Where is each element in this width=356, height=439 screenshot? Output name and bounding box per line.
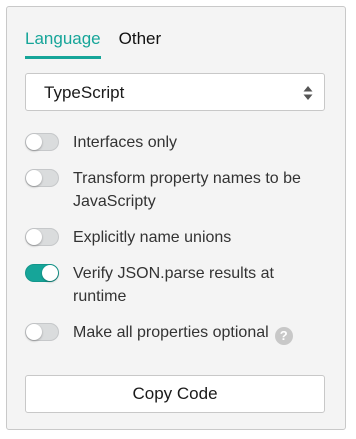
option-label: Interfaces only — [73, 134, 178, 151]
language-select[interactable]: TypeScript — [25, 73, 325, 111]
option-label: Verify JSON.parse results at runtime — [73, 265, 274, 305]
options-list: Interfaces only Transform property names… — [25, 131, 325, 358]
tab-bar: Language Other — [25, 27, 179, 59]
option-label: Make all properties optional? — [73, 321, 325, 345]
select-arrows-icon — [303, 85, 313, 101]
option-make-properties-optional: Make all properties optional? — [25, 321, 325, 345]
toggle-interfaces-only[interactable] — [25, 133, 59, 151]
toggle-knob — [26, 229, 42, 245]
tab-language[interactable]: Language — [25, 27, 101, 59]
toggle-explicitly-name-unions[interactable] — [25, 228, 59, 246]
toggle-make-properties-optional[interactable] — [25, 323, 59, 341]
tab-other[interactable]: Other — [119, 27, 162, 59]
toggle-transform-property-names[interactable] — [25, 169, 59, 187]
option-interfaces-only: Interfaces only — [25, 131, 325, 154]
help-icon[interactable]: ? — [274, 327, 293, 345]
option-verify-json-parse: Verify JSON.parse results at runtime — [25, 262, 325, 308]
toggle-knob — [26, 170, 42, 186]
toggle-knob — [26, 134, 42, 150]
copy-code-button[interactable]: Copy Code — [25, 375, 325, 413]
option-label-text: Make all properties optional — [73, 324, 269, 341]
option-label: Explicitly name unions — [73, 229, 232, 246]
toggle-verify-json-parse[interactable] — [25, 264, 59, 282]
language-select-value: TypeScript — [44, 83, 125, 102]
option-explicitly-name-unions: Explicitly name unions — [25, 226, 325, 249]
option-transform-property-names: Transform property names to be JavaScrip… — [25, 167, 325, 213]
option-label: Transform property names to be JavaScrip… — [73, 170, 301, 210]
options-panel: Language Other TypeScript Interfaces onl… — [6, 6, 346, 430]
toggle-knob — [42, 265, 58, 281]
toggle-knob — [26, 324, 42, 340]
